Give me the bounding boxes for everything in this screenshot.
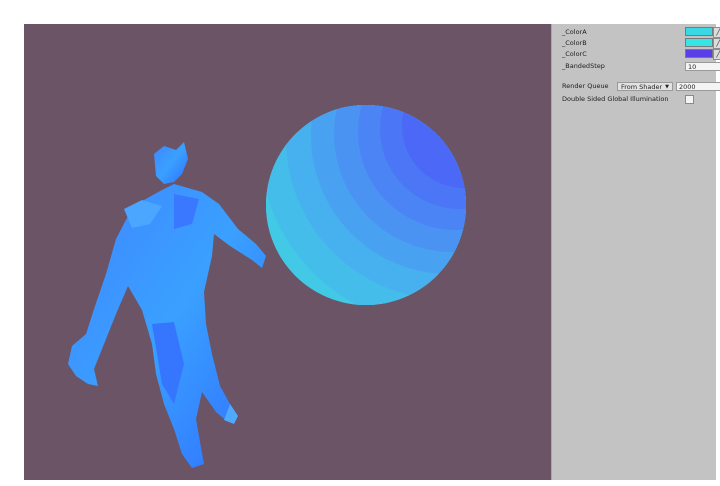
color-c-swatch[interactable] <box>685 49 713 58</box>
property-render-queue: Render Queue From Shader ▼ 2000 <box>562 81 720 91</box>
scene-viewport[interactable] <box>24 24 551 480</box>
property-color-c: _ColorC ╱ <box>562 49 720 60</box>
banded-step-input[interactable]: 10 <box>685 61 720 71</box>
property-color-b: _ColorB ╱ <box>562 38 720 49</box>
material-inspector: _ColorA ╱ _ColorB ╱ _ColorC ╱ _BandedSte… <box>551 24 720 480</box>
color-a-swatch[interactable] <box>685 27 713 36</box>
double-sided-gi-checkbox[interactable] <box>685 95 694 104</box>
render-queue-mode: From Shader <box>621 82 663 91</box>
property-color-a: _ColorA ╱ <box>562 27 720 38</box>
eyedropper-icon[interactable]: ╱ <box>713 49 720 60</box>
color-b-swatch[interactable] <box>685 38 713 47</box>
property-double-sided-gi: Double Sided Global Illumination <box>562 94 712 104</box>
render-queue-label: Render Queue <box>562 82 609 90</box>
property-banded-step: _BandedStep 10 <box>562 61 720 71</box>
banded-step-label: _BandedStep <box>562 62 605 70</box>
humanoid-figure <box>68 142 266 468</box>
banded-sphere <box>266 105 466 305</box>
color-c-label: _ColorC <box>562 50 587 58</box>
render-queue-input[interactable]: 2000 <box>676 81 720 91</box>
color-a-label: _ColorA <box>562 28 587 36</box>
scene-render <box>68 105 466 468</box>
color-b-label: _ColorB <box>562 39 587 47</box>
eyedropper-icon[interactable]: ╱ <box>713 38 720 49</box>
double-sided-gi-label: Double Sided Global Illumination <box>562 95 669 103</box>
chevron-down-icon: ▼ <box>665 83 669 90</box>
eyedropper-icon[interactable]: ╱ <box>713 27 720 38</box>
render-queue-dropdown[interactable]: From Shader ▼ <box>617 81 673 91</box>
